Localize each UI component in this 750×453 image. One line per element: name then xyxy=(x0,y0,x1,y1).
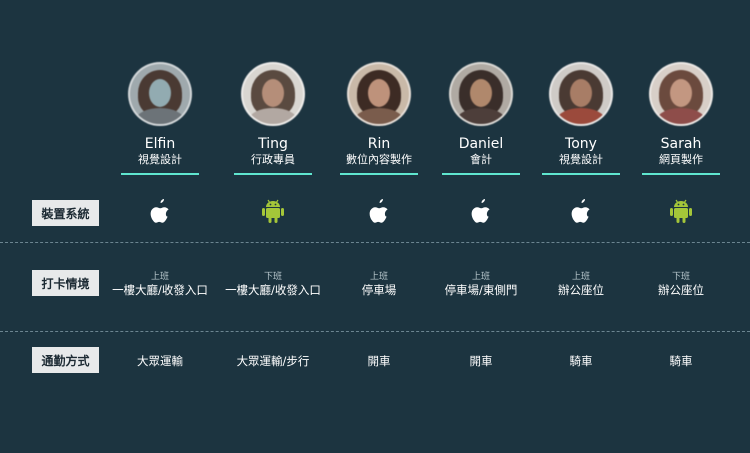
checkin-shift: 下班 xyxy=(671,272,690,282)
commute-cell: 開車 xyxy=(367,354,391,368)
commute-cell: 開車 xyxy=(469,354,493,368)
apple-icon xyxy=(571,199,590,223)
person-column-sarah: Sarah 網頁製作 xyxy=(626,62,736,175)
name-underline xyxy=(442,173,520,175)
name-underline xyxy=(121,173,199,175)
person-name: Tony xyxy=(565,136,597,152)
android-icon xyxy=(262,199,284,223)
person-role: 視覺設計 xyxy=(138,153,182,166)
avatar xyxy=(347,62,411,126)
person-column-daniel: Daniel 會計 xyxy=(426,62,536,175)
checkin-location: 一樓大廳/收發入口 xyxy=(112,283,208,297)
name-underline xyxy=(340,173,418,175)
avatar xyxy=(128,62,192,126)
person-name: Ting xyxy=(258,136,288,152)
checkin-location: 辦公座位 xyxy=(658,283,704,297)
divider xyxy=(0,242,750,243)
person-column-tony: Tony 視覺設計 xyxy=(526,62,636,175)
person-role: 網頁製作 xyxy=(659,153,703,166)
checkin-location: 停車場/東側門 xyxy=(444,283,518,297)
commute-cell: 大眾運輸/步行 xyxy=(236,354,310,368)
checkin-cell: 上班 停車場/東側門 xyxy=(426,272,536,298)
checkin-location: 停車場 xyxy=(361,283,397,297)
name-underline xyxy=(234,173,312,175)
checkin-shift: 上班 xyxy=(471,272,490,282)
avatar xyxy=(241,62,305,126)
android-icon xyxy=(670,199,692,223)
row-label-checkin: 打卡情境 xyxy=(32,270,99,296)
checkin-cell: 下班 一樓大廳/收發入口 xyxy=(218,272,328,298)
person-name: Sarah xyxy=(660,136,702,152)
checkin-location: 辦公座位 xyxy=(558,283,604,297)
checkin-shift: 上班 xyxy=(571,272,590,282)
person-role: 數位內容製作 xyxy=(346,153,412,166)
person-column-elfin: Elfin 視覺設計 xyxy=(105,62,215,175)
row-label-commute: 通勤方式 xyxy=(32,347,99,373)
device-cell xyxy=(426,198,536,224)
commute-cell: 大眾運輸 xyxy=(137,354,183,368)
apple-icon xyxy=(369,199,388,223)
name-underline xyxy=(642,173,720,175)
checkin-cell: 上班 一樓大廳/收發入口 xyxy=(105,272,215,298)
person-role: 視覺設計 xyxy=(559,153,603,166)
checkin-shift: 上班 xyxy=(369,272,388,282)
checkin-cell: 上班 辦公座位 xyxy=(526,272,636,298)
person-column-ting: Ting 行政專員 xyxy=(218,62,328,175)
checkin-shift: 下班 xyxy=(263,272,282,282)
avatar xyxy=(549,62,613,126)
avatar xyxy=(449,62,513,126)
person-name: Elfin xyxy=(144,136,176,152)
checkin-cell: 上班 停車場 xyxy=(324,272,434,298)
commute-cell: 騎車 xyxy=(569,354,593,368)
person-name: Rin xyxy=(367,136,391,152)
checkin-cell: 下班 辦公座位 xyxy=(626,272,736,298)
row-label-device: 裝置系統 xyxy=(32,200,99,226)
person-role: 會計 xyxy=(470,153,492,166)
person-column-rin: Rin 數位內容製作 xyxy=(324,62,434,175)
apple-icon xyxy=(471,199,490,223)
apple-icon xyxy=(150,199,169,223)
checkin-shift: 上班 xyxy=(150,272,169,282)
name-underline xyxy=(542,173,620,175)
device-cell xyxy=(218,198,328,224)
device-cell xyxy=(105,198,215,224)
device-cell xyxy=(626,198,736,224)
commute-cell: 騎車 xyxy=(669,354,693,368)
checkin-location: 一樓大廳/收發入口 xyxy=(225,283,321,297)
avatar xyxy=(649,62,713,126)
person-role: 行政專員 xyxy=(251,153,295,166)
divider xyxy=(0,331,750,332)
person-name: Daniel xyxy=(458,136,504,152)
device-cell xyxy=(526,198,636,224)
device-cell xyxy=(324,198,434,224)
